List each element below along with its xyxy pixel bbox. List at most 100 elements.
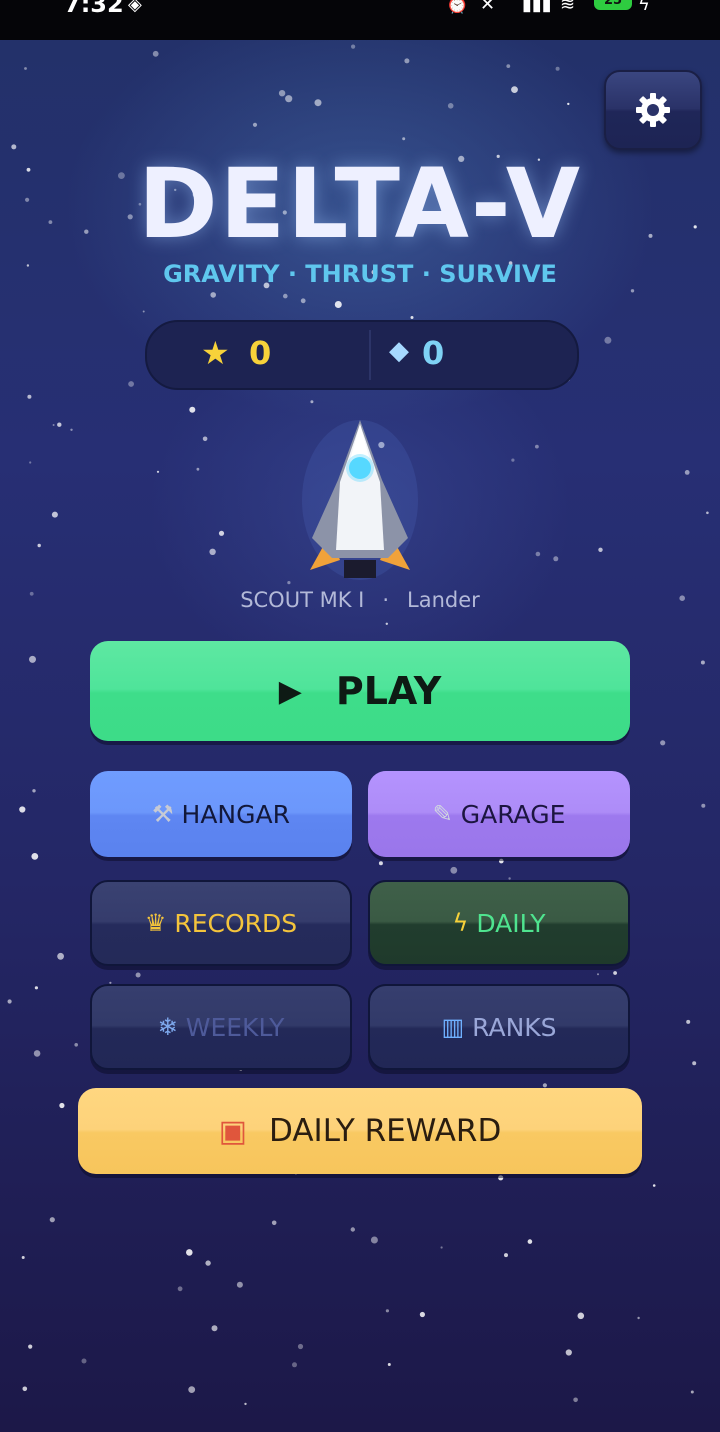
star-dot [287,581,291,585]
alarm-icon: ⏰ [446,0,469,15]
star-dot [700,660,705,665]
hangar-button[interactable]: ⚒ HANGAR [90,771,352,857]
star-dot [637,1316,640,1320]
star-dot [177,1286,183,1292]
star-dot [278,90,286,97]
star-dot [236,1281,243,1288]
star-dot [652,1184,656,1187]
star-dot [37,543,41,548]
star-dot [271,1220,277,1226]
star-count: 0 [249,334,272,372]
star-dot [186,1249,193,1256]
star-dot [404,58,410,64]
star-dot [686,1019,691,1024]
star-dot [334,301,342,308]
star-dot [660,740,666,746]
star-dot [370,1236,378,1244]
star-dot [511,86,518,93]
game-title: DELTA-V [137,148,583,260]
star-dot [152,50,159,57]
star-dot [297,1343,304,1350]
star-dot [573,1397,578,1403]
daily-button[interactable]: ϟ DAILY [368,880,630,966]
star-dot [205,1260,211,1266]
star-dot [24,67,27,70]
ship-name: SCOUT MK I [240,588,365,612]
ship-preview[interactable] [300,410,420,590]
signal-icon: ▮▮▮ [522,0,552,15]
star-dot [450,866,458,874]
ship-class: Lander [407,588,480,612]
settings-button[interactable] [604,70,702,150]
star-dot [22,1386,28,1392]
wifi-icon: ≋ [560,0,576,15]
star-dot [156,470,160,473]
play-icon: ▶ [278,673,302,709]
trophy-icon: ♛ [144,909,167,937]
daily-reward-button[interactable]: ▣ DAILY REWARD [78,1088,642,1174]
gear-icon [636,93,670,127]
star-dot [567,102,570,106]
daily-label: DAILY [476,908,546,938]
star-dot [218,530,225,536]
star-dot [447,103,454,109]
weekly-button[interactable]: ❄ WEEKLY [90,984,352,1070]
mute-icon: ✕ [480,0,496,15]
star-dot [28,1344,33,1349]
star-dot [511,458,515,462]
star-dot [499,858,504,864]
records-button[interactable]: ♛ RECORDS [90,880,352,966]
star-dot [385,622,388,625]
snowflake-icon: ❄ [157,1013,178,1041]
star-dot [209,548,216,555]
star-dot [59,1102,65,1109]
hangar-label: HANGAR [181,799,290,829]
daily-reward-label: DAILY REWARD [269,1113,502,1149]
star-dot [7,999,12,1004]
weekly-label: WEEKLY [185,1012,285,1042]
star-dot [196,467,200,471]
ship-engine [344,560,376,578]
charging-icon: ϟ [638,0,650,15]
ranks-label: RANKS [472,1012,557,1042]
star-dot [27,394,32,399]
star-dot [19,806,26,813]
star-dot [310,400,314,404]
star-dot [283,293,288,299]
wrench-icon: ✎ [432,800,453,828]
play-button[interactable]: ▶ PLAY [90,641,630,741]
star-dot [29,655,36,663]
star-dot [542,1083,548,1088]
star-dot [535,551,541,557]
star-dot [684,470,690,475]
star-dot [244,1402,247,1406]
star-dot [597,973,599,976]
ranks-button[interactable]: ▥ RANKS [368,984,630,1070]
star-dot [31,853,39,860]
star-dot [350,1227,355,1232]
star-dot [378,861,383,866]
star-dot [135,972,141,978]
star-dot [604,336,612,344]
star-dot [29,461,32,464]
star-dot [613,971,617,975]
records-label: RECORDS [174,908,298,938]
star-dot [692,1061,697,1066]
star-dot [701,803,706,808]
star-dot [57,952,64,960]
garage-button[interactable]: ✎ GARAGE [368,771,630,857]
star-dot [440,1246,443,1249]
battery-indicator: 25 [594,0,632,10]
ship-separator: · [382,588,390,612]
notification-icon: ◈ [128,0,142,15]
star-dot [419,1311,425,1318]
ship-label: SCOUT MK I · Lander [0,588,720,612]
star-dot [189,406,196,413]
star-dot [21,1256,25,1259]
star-dot [202,436,208,442]
star-dot [351,44,356,49]
star-dot [285,95,293,103]
star-dot [314,99,322,107]
star-dot [32,789,36,793]
star-dot [577,1312,585,1320]
